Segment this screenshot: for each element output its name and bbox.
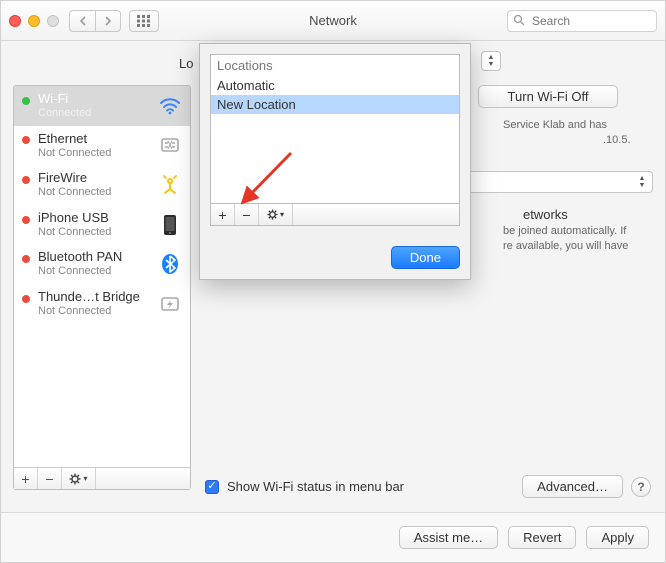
location-actions-button[interactable]: ▾ [259, 204, 293, 225]
status-dot [22, 216, 30, 224]
locations-sheet: Locations Automatic New Location + − ▾ D… [199, 43, 471, 280]
forward-button[interactable] [95, 10, 121, 32]
locations-header: Locations [211, 55, 459, 76]
service-item-ethernet[interactable]: Ethernet Not Connected [14, 126, 190, 166]
location-row-automatic[interactable]: Automatic [211, 76, 459, 95]
service-sidebar: Wi-Fi Connected Ethernet Not Connected [13, 85, 191, 490]
firewire-icon [158, 173, 182, 197]
show-status-checkbox[interactable]: ✓ [205, 480, 219, 494]
service-name: Thunde…t Bridge [38, 290, 150, 305]
ask-to-join-header: etworks [443, 207, 653, 222]
service-item-firewire[interactable]: FireWire Not Connected [14, 165, 190, 205]
status-dot [22, 255, 30, 263]
back-button[interactable] [69, 10, 95, 32]
help-button[interactable]: ? [631, 477, 651, 497]
status-dot [22, 97, 30, 105]
location-label: Lo [179, 56, 193, 71]
show-all-button[interactable] [129, 10, 159, 32]
service-list[interactable]: Wi-Fi Connected Ethernet Not Connected [14, 86, 190, 467]
add-service-button[interactable]: + [14, 468, 38, 489]
service-name: Bluetooth PAN [38, 250, 150, 265]
service-item-bluetooth-pan[interactable]: Bluetooth PAN Not Connected [14, 244, 190, 284]
apply-button[interactable]: Apply [586, 526, 649, 549]
sidebar-toolbar: + − ▾ [14, 467, 190, 489]
revert-button[interactable]: Revert [508, 526, 576, 549]
minimize-window-button[interactable] [28, 15, 40, 27]
service-status: Not Connected [38, 147, 150, 160]
service-status: Not Connected [38, 305, 150, 318]
assist-me-button[interactable]: Assist me… [399, 526, 498, 549]
service-actions-button[interactable]: ▾ [62, 468, 96, 489]
service-status: Not Connected [38, 226, 150, 239]
network-name-select[interactable]: ▲▼ [443, 171, 653, 193]
wifi-icon [158, 94, 182, 118]
ethernet-icon [158, 133, 182, 157]
service-status: Connected [38, 107, 150, 120]
search-input[interactable] [507, 10, 657, 32]
service-status: Not Connected [38, 186, 150, 199]
service-name: Ethernet [38, 132, 150, 147]
service-item-thunderbolt-bridge[interactable]: Thunde…t Bridge Not Connected [14, 284, 190, 324]
service-item-wifi[interactable]: Wi-Fi Connected [14, 86, 190, 126]
window-footer: Assist me… Revert Apply [1, 512, 665, 562]
titlebar: Network [1, 1, 665, 41]
add-location-button[interactable]: + [211, 204, 235, 225]
menu-bar-status-row: ✓ Show Wi-Fi status in menu bar Advanced… [205, 475, 651, 498]
locations-listbox[interactable]: Locations Automatic New Location [210, 54, 460, 204]
toggle-wifi-button[interactable]: Turn Wi-Fi Off [478, 85, 618, 108]
preferences-window: Network Lo ▲▼ Wi-Fi Connected [0, 0, 666, 563]
close-window-button[interactable] [9, 15, 21, 27]
remove-service-button[interactable]: − [38, 468, 62, 489]
select-stepper-icon: ▲▼ [634, 173, 650, 191]
service-name: iPhone USB [38, 211, 150, 226]
location-popup-button[interactable]: ▲▼ [481, 51, 501, 71]
ask-to-join-body: be joined automatically. If re available… [443, 224, 653, 255]
location-row-new-location[interactable]: New Location [211, 95, 459, 114]
status-text: Service Klab and has [503, 118, 653, 133]
service-name: Wi-Fi [38, 92, 150, 107]
window-controls [9, 15, 59, 27]
status-dot [22, 295, 30, 303]
thunderbolt-icon [158, 292, 182, 316]
remove-location-button[interactable]: − [235, 204, 259, 225]
iphone-icon [158, 213, 182, 237]
advanced-button[interactable]: Advanced… [522, 475, 623, 498]
locations-toolbar: + − ▾ [210, 204, 460, 226]
zoom-window-button [47, 15, 59, 27]
search-icon [513, 14, 525, 26]
bluetooth-icon [158, 252, 182, 276]
show-status-label: Show Wi-Fi status in menu bar [227, 479, 404, 494]
service-item-iphone-usb[interactable]: iPhone USB Not Connected [14, 205, 190, 245]
done-button[interactable]: Done [391, 246, 460, 269]
nav-back-forward [69, 10, 121, 32]
service-name: FireWire [38, 171, 150, 186]
status-text: .10.5. [503, 133, 653, 148]
status-dot [22, 136, 30, 144]
service-status: Not Connected [38, 265, 150, 278]
status-dot [22, 176, 30, 184]
